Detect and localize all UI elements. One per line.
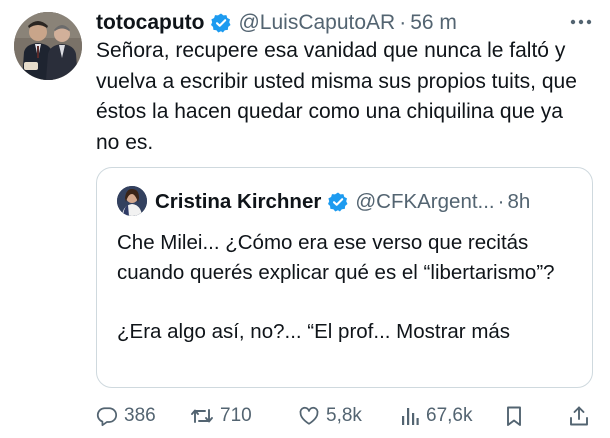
views-icon [400, 405, 420, 427]
reply-count: 386 [124, 405, 156, 426]
retweet-count: 710 [220, 405, 252, 426]
tweet-header: totocaputo @LuisCaputoAR · 56 m [96, 8, 457, 38]
reply-button[interactable]: 386 [96, 400, 156, 432]
verified-badge-icon [210, 12, 232, 34]
quoted-text-paragraph-2: ¿Era algo así, no?... “El prof... Mostra… [117, 317, 577, 347]
quoted-tweet-header: Cristina Kirchner @CFKArgent... · 8h [155, 186, 530, 218]
bookmark-button[interactable] [504, 400, 524, 432]
quoted-author-handle[interactable]: @CFKArgent... [355, 190, 494, 214]
quoted-verified-badge-icon [327, 191, 349, 213]
show-more-link[interactable]: Mostrar más [396, 320, 510, 343]
author-avatar[interactable] [14, 12, 82, 80]
like-count: 5,8k [326, 405, 362, 426]
retweet-icon [190, 405, 214, 427]
quoted-text-paragraph-1: Che Milei... ¿Cómo era ese verso que rec… [117, 231, 555, 284]
quoted-author-display-name[interactable]: Cristina Kirchner [155, 190, 321, 214]
author-display-name[interactable]: totocaputo [96, 11, 204, 35]
quoted-avatar-photo [117, 186, 147, 216]
header-separator: · [399, 11, 407, 34]
more-icon[interactable] [566, 10, 596, 34]
like-button[interactable]: 5,8k [298, 400, 362, 432]
quoted-author-avatar[interactable] [117, 186, 147, 216]
views-button[interactable]: 67,6k [400, 400, 472, 432]
avatar-photo [14, 12, 82, 80]
retweet-button[interactable]: 710 [190, 400, 252, 432]
bookmark-icon [504, 405, 524, 427]
reply-icon [96, 405, 118, 427]
tweet-text: Señora, recupere esa vanidad que nunca l… [96, 39, 577, 154]
quoted-tweet-timestamp[interactable]: 8h [507, 190, 530, 214]
quoted-header-separator: · [497, 190, 505, 213]
views-count: 67,6k [426, 405, 473, 426]
tweet-timestamp[interactable]: 56 m [410, 11, 457, 35]
share-button[interactable] [568, 400, 590, 432]
like-icon [298, 405, 320, 427]
quoted-tweet-card[interactable]: Cristina Kirchner @CFKArgent... · 8h Che… [96, 167, 593, 388]
quoted-tweet-text: Che Milei... ¿Cómo era ese verso que rec… [117, 228, 577, 347]
author-handle[interactable]: @LuisCaputoAR [238, 11, 395, 35]
quoted-text-truncated: ¿Era algo así, no?... “El prof... [117, 320, 397, 343]
tweet-action-bar: 386 710 5,8k 67,6k [0, 400, 610, 432]
share-icon [568, 405, 590, 427]
